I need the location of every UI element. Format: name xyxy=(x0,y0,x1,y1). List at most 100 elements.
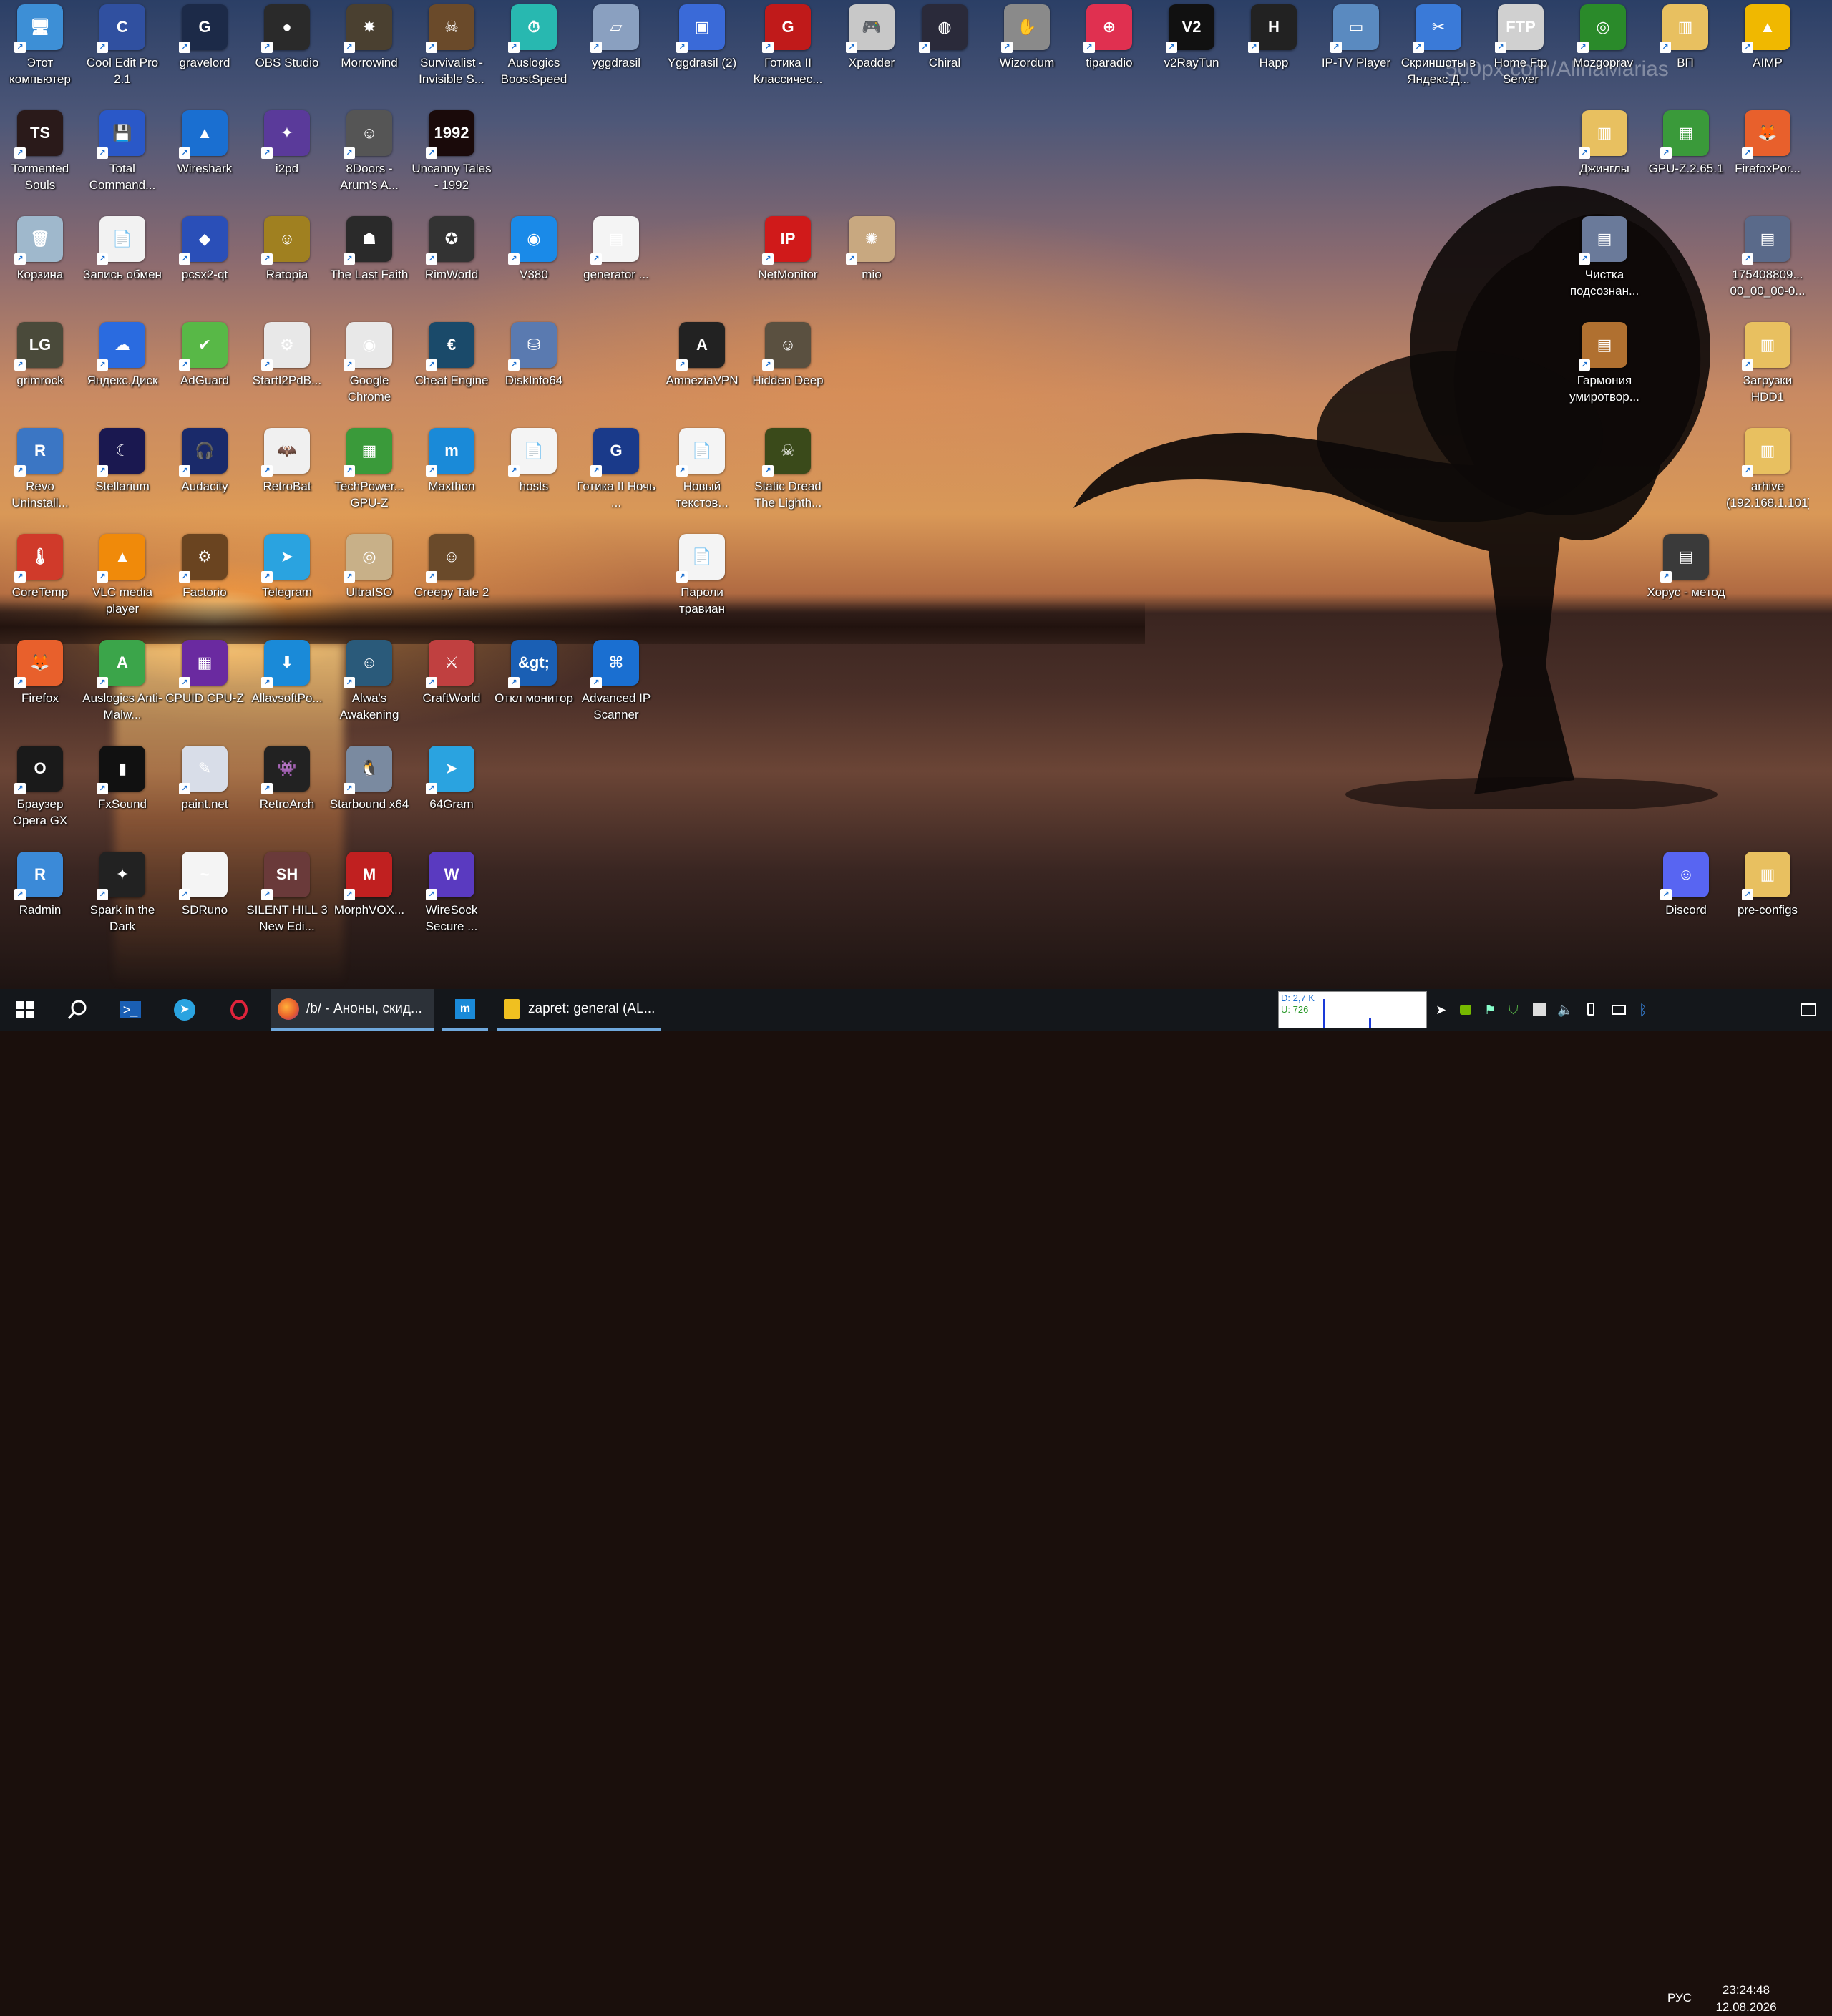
desktop-icon[interactable]: 📄 ↗ hosts xyxy=(494,424,574,527)
telegram-tray-icon[interactable]: ➤ xyxy=(1436,1003,1450,1017)
desktop-icon[interactable]: ◉ ↗ V380 xyxy=(494,212,574,315)
desktop-icon[interactable]: ☾ ↗ Stellarium xyxy=(82,424,162,527)
display-tray-icon[interactable] xyxy=(1612,1005,1626,1015)
desktop-icon[interactable]: ✸ ↗ Morrowind xyxy=(329,0,409,103)
taskbar-telegram[interactable]: ➤ xyxy=(162,989,208,1031)
taskbar-opera[interactable] xyxy=(216,989,262,1031)
desktop-icon[interactable]: ✎ ↗ paint.net xyxy=(165,741,245,844)
desktop-icon[interactable]: 🎮 ↗ Xpadder xyxy=(832,0,912,103)
desktop-icon[interactable]: ◉ ↗ Google Chrome xyxy=(329,318,409,421)
desktop-icon[interactable]: C ↗ Cool Edit Pro 2.1 xyxy=(82,0,162,103)
desktop-icon[interactable]: H ↗ Happ xyxy=(1234,0,1314,103)
desktop-icon[interactable]: ☺ ↗ 8Doors - Arum's A... xyxy=(329,106,409,209)
app-tray-icon[interactable] xyxy=(1533,1003,1546,1016)
network-tray-icon[interactable]: ⚑ xyxy=(1484,1003,1499,1017)
taskbar-zapret-window[interactable]: zapret: general (AL... xyxy=(497,989,661,1031)
desktop-icon[interactable]: ✪ ↗ RimWorld xyxy=(411,212,492,315)
desktop-icon[interactable]: 🗑 ↗ Корзина xyxy=(0,212,80,315)
desktop-icon[interactable]: ▲ ↗ VLC media player xyxy=(82,530,162,633)
search-button[interactable] xyxy=(54,989,100,1031)
desktop-icon[interactable]: ⌘ ↗ Advanced IP Scanner xyxy=(576,636,656,739)
desktop-icon[interactable]: ◆ ↗ pcsx2-qt xyxy=(165,212,245,315)
adguard-tray-icon[interactable]: ⛉ xyxy=(1509,1003,1523,1017)
desktop-icon[interactable]: G ↗ gravelord xyxy=(165,0,245,103)
desktop-icon[interactable]: 👾 ↗ RetroArch xyxy=(247,741,327,844)
usb-tray-icon[interactable] xyxy=(1587,1003,1594,1016)
desktop-icon[interactable]: ☺ ↗ Creepy Tale 2 xyxy=(411,530,492,633)
taskbar-firefox-window[interactable]: /b/ - Аноны, скид... xyxy=(271,989,434,1031)
taskbar-powershell[interactable]: >_ xyxy=(107,989,153,1031)
desktop-icon[interactable]: 1992 ↗ Uncanny Tales - 1992 xyxy=(411,106,492,209)
start-button[interactable] xyxy=(0,989,50,1031)
desktop-icon[interactable]: TS ↗ Tormented Souls xyxy=(0,106,80,209)
desktop-icon[interactable]: ⚙ ↗ StartI2PdB... xyxy=(247,318,327,421)
desktop-icon[interactable]: A ↗ Auslogics Anti-Malw... xyxy=(82,636,162,739)
volume-icon[interactable]: 🔈 xyxy=(1557,1003,1573,1017)
desktop-icon[interactable]: M ↗ MorphVOX... xyxy=(329,847,409,950)
desktop-icon[interactable]: ✋ ↗ Wizordum xyxy=(987,0,1067,103)
desktop-icon[interactable]: ⬇ ↗ AllavsoftPo... xyxy=(247,636,327,739)
desktop-icon[interactable]: ☗ ↗ The Last Faith xyxy=(329,212,409,315)
nvidia-tray-icon[interactable] xyxy=(1460,1005,1471,1015)
desktop-icon[interactable]: ☠ ↗ Static Dread The Lighth... xyxy=(748,424,828,527)
input-language-indicator[interactable]: РУС xyxy=(1667,1991,1692,2005)
desktop-icon[interactable]: ▦ ↗ TechPower... GPU-Z xyxy=(329,424,409,527)
desktop-icon[interactable]: ▣ ↗ Yggdrasil (2) xyxy=(662,0,742,103)
desktop-icon[interactable]: 📄 ↗ Новый текстов... xyxy=(662,424,742,527)
network-traffic-meter[interactable]: D: 2,7 K U: 726 xyxy=(1278,991,1427,1028)
desktop-icon[interactable]: ▥ ↗ ВП xyxy=(1645,0,1725,103)
desktop-icon[interactable]: ✦ ↗ i2pd xyxy=(247,106,327,209)
desktop-icon[interactable]: O ↗ Браузер Opera GX xyxy=(0,741,80,844)
desktop-icon[interactable]: 🌡 ↗ CoreTemp xyxy=(0,530,80,633)
desktop-icon[interactable]: ⚙ ↗ Factorio xyxy=(165,530,245,633)
desktop-icon[interactable]: R ↗ Revo Uninstall... xyxy=(0,424,80,527)
desktop-icon[interactable]: IP ↗ NetMonitor xyxy=(748,212,828,315)
desktop-icon[interactable]: ☺ ↗ Alwa's Awakening xyxy=(329,636,409,739)
taskbar-maxthon[interactable]: m xyxy=(442,989,488,1031)
desktop-icon[interactable]: 🎧 ↗ Audacity xyxy=(165,424,245,527)
desktop-icon[interactable]: 🖥 ↗ Этот компьютер xyxy=(0,0,80,103)
desktop-icon[interactable]: 🦊 ↗ FirefoxPor... xyxy=(1728,106,1808,209)
desktop-icon[interactable]: ✺ ↗ mio xyxy=(832,212,912,315)
bluetooth-icon[interactable]: ᛒ xyxy=(1639,1003,1653,1018)
desktop-icon[interactable]: G ↗ Готика II Классичес... xyxy=(748,0,828,103)
desktop-icon[interactable]: ▤ ↗ Хорус - метод xyxy=(1646,530,1726,633)
desktop-icon[interactable]: ◎ ↗ Mozgoprav xyxy=(1563,0,1643,103)
desktop-icon[interactable]: 💾 ↗ Total Command... xyxy=(82,106,162,209)
desktop-icon[interactable]: 🐧 ↗ Starbound x64 xyxy=(329,741,409,844)
desktop-icon[interactable]: ☁ ↗ Яндекс.Диск xyxy=(82,318,162,421)
desktop-icon[interactable]: ▦ ↗ CPUID CPU-Z xyxy=(165,636,245,739)
desktop-icon[interactable]: ▲ ↗ Wireshark xyxy=(165,106,245,209)
desktop-icon[interactable]: ▥ ↗ pre-configs xyxy=(1728,847,1808,950)
desktop-icon[interactable]: FTP ↗ Home Ftp Server xyxy=(1481,0,1561,103)
desktop-icon[interactable]: ◍ ↗ Chiral xyxy=(905,0,985,103)
desktop-icon[interactable]: V2 ↗ v2RayTun xyxy=(1151,0,1232,103)
desktop-icon[interactable]: ☺ ↗ Hidden Deep xyxy=(748,318,828,421)
desktop-icon[interactable]: ▤ ↗ generator ... xyxy=(576,212,656,315)
desktop-icon[interactable]: ▥ ↗ Джинглы xyxy=(1564,106,1645,209)
desktop-icon[interactable]: SH ↗ SILENT HILL 3 New Edi... xyxy=(246,847,328,950)
system-clock[interactable]: 23:24:48 12.08.2026 xyxy=(1696,1982,1796,2016)
desktop-icon[interactable]: ✦ ↗ Spark in the Dark xyxy=(82,847,162,950)
desktop-icon[interactable]: A ↗ AmneziaVPN xyxy=(662,318,742,421)
desktop-icon[interactable]: ✂ ↗ Скриншоты в Яндекс.Д... xyxy=(1398,0,1478,103)
desktop-icon[interactable]: G ↗ Готика II Ночь ... xyxy=(576,424,656,527)
desktop-icon[interactable]: m ↗ Maxthon xyxy=(411,424,492,527)
desktop-icon[interactable]: ▱ ↗ yggdrasil xyxy=(576,0,656,103)
desktop-icon[interactable]: ⛁ ↗ DiskInfo64 xyxy=(494,318,574,421)
desktop-icon[interactable]: ◎ ↗ UltraISO xyxy=(329,530,409,633)
desktop-icon[interactable]: 🦊 ↗ Firefox xyxy=(0,636,80,739)
desktop-icon[interactable]: ~ ↗ SDRuno xyxy=(165,847,245,950)
desktop-icon[interactable]: 📄 ↗ Запись обмен xyxy=(82,212,162,315)
desktop-icon[interactable]: ▥ ↗ arhive (192.168.1.101) xyxy=(1726,424,1809,527)
desktop-icon[interactable]: ☺ ↗ Ratopia xyxy=(247,212,327,315)
desktop-icon[interactable]: ▤ ↗ Чистка подсознан... xyxy=(1564,212,1645,315)
desktop-icon[interactable]: 🦇 ↗ RetroBat xyxy=(247,424,327,527)
desktop-icon[interactable]: R ↗ Radmin xyxy=(0,847,80,950)
desktop-icon[interactable]: ✔ ↗ AdGuard xyxy=(165,318,245,421)
desktop-icon[interactable]: ⊕ ↗ tiparadio xyxy=(1069,0,1149,103)
desktop-icon[interactable]: ▭ ↗ IP-TV Player xyxy=(1316,0,1396,103)
desktop-icon[interactable]: ▮ ↗ FxSound xyxy=(82,741,162,844)
desktop-icon[interactable]: ▤ ↗ 175408809... 00_00_00-0... xyxy=(1728,212,1808,315)
desktop-icon[interactable]: ➤ ↗ Telegram xyxy=(247,530,327,633)
